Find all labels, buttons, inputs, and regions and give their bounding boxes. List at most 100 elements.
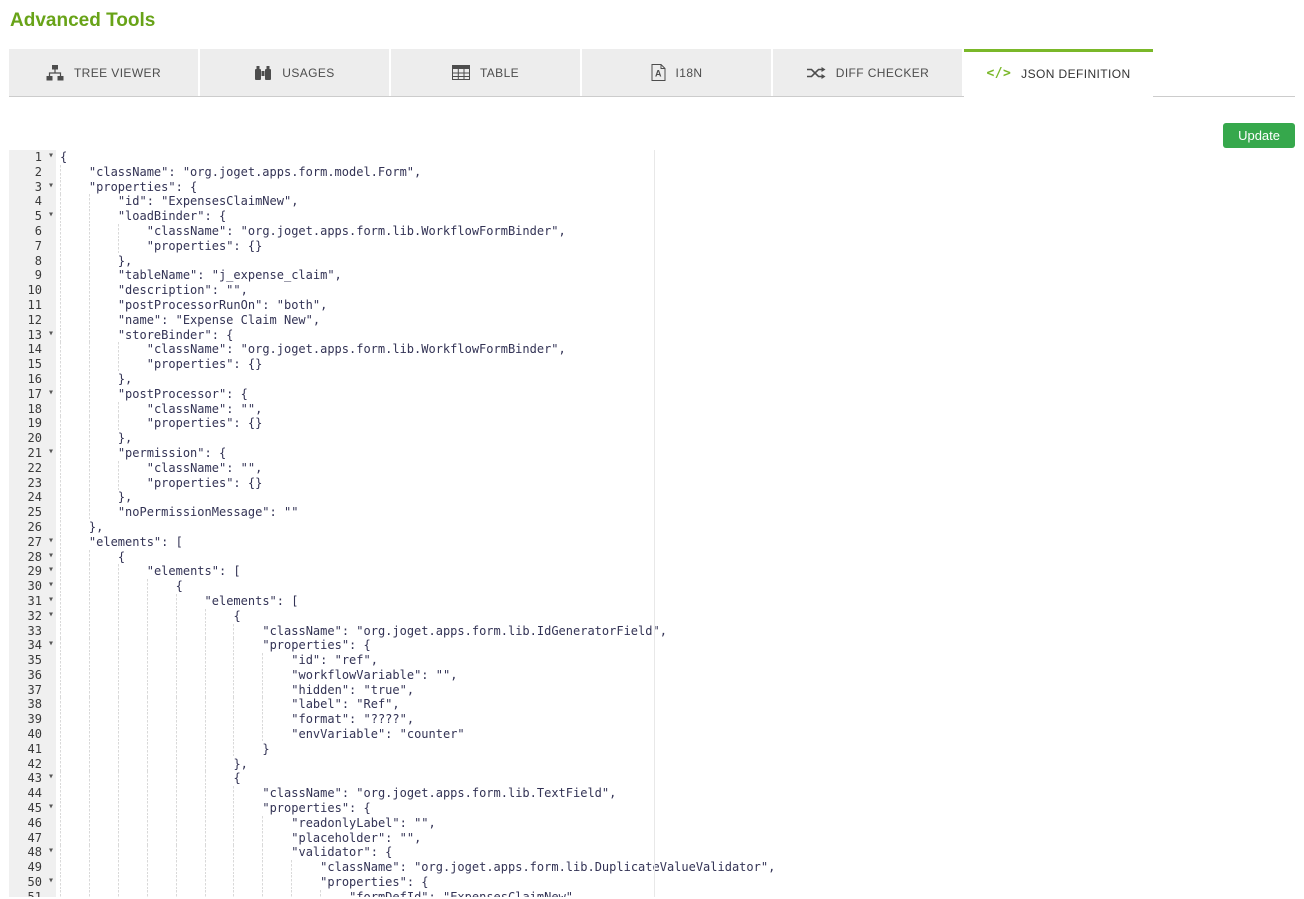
fold-toggle-icon[interactable]: ▾ [48,179,54,194]
gutter-line-number: 29▾ [9,564,56,579]
code-line[interactable]: "placeholder": "", [56,831,1295,846]
tab-label: USAGES [282,66,334,80]
code-line[interactable]: }, [56,757,1295,772]
gutter-line-number: 32▾ [9,609,56,624]
code-line[interactable]: "properties": {} [56,239,1295,254]
gutter-line-number: 51 [9,890,56,897]
fold-toggle-icon[interactable]: ▾ [48,874,54,889]
code-line[interactable]: { [56,609,1295,624]
code-line[interactable]: "noPermissionMessage": "" [56,505,1295,520]
fold-toggle-icon[interactable]: ▾ [48,770,54,785]
gutter-line-number: 30▾ [9,579,56,594]
code-line[interactable]: "postProcessor": { [56,387,1295,402]
gutter-line-number: 31▾ [9,594,56,609]
update-button[interactable]: Update [1223,123,1295,148]
tab-usages[interactable]: USAGES [200,49,389,96]
tab-json-definition[interactable]: </> JSON DEFINITION [964,49,1153,97]
code-line[interactable]: "className": "", [56,402,1295,417]
code-line[interactable]: { [56,150,1295,165]
tab-diff-checker[interactable]: DIFF CHECKER [773,49,962,96]
code-line[interactable]: "className": "org.joget.apps.form.lib.Te… [56,786,1295,801]
fold-toggle-icon[interactable]: ▾ [48,578,54,593]
json-definition-editor[interactable]: 1▾23▾45▾678910111213▾14151617▾18192021▾2… [9,150,1295,897]
code-line[interactable]: }, [56,520,1295,535]
code-line[interactable]: { [56,579,1295,594]
fold-toggle-icon[interactable]: ▾ [48,637,54,652]
fold-toggle-icon[interactable]: ▾ [48,327,54,342]
gutter-line-number: 48▾ [9,845,56,860]
fold-toggle-icon[interactable]: ▾ [48,844,54,859]
gutter-line-number: 49 [9,860,56,875]
fold-toggle-icon[interactable]: ▾ [48,386,54,401]
code-line[interactable]: "properties": {} [56,476,1295,491]
code-line[interactable]: "properties": { [56,638,1295,653]
gutter-line-number: 14 [9,342,56,357]
page-title: Advanced Tools [10,10,1295,32]
code-line[interactable]: }, [56,254,1295,269]
gutter-line-number: 10 [9,283,56,298]
gutter-line-number: 3▾ [9,180,56,195]
fold-toggle-icon[interactable]: ▾ [48,800,54,815]
fold-toggle-icon[interactable]: ▾ [48,549,54,564]
code-line[interactable]: }, [56,431,1295,446]
code-line[interactable]: "postProcessorRunOn": "both", [56,298,1295,313]
code-line[interactable]: "elements": [ [56,564,1295,579]
code-line[interactable]: "elements": [ [56,594,1295,609]
gutter-line-number: 33 [9,624,56,639]
code-line[interactable]: "properties": { [56,875,1295,890]
code-line[interactable]: "label": "Ref", [56,697,1295,712]
gutter-line-number: 16 [9,372,56,387]
code-line[interactable]: "id": "ref", [56,653,1295,668]
fold-toggle-icon[interactable]: ▾ [48,150,54,164]
code-line[interactable]: "formDefId": "ExpensesClaimNew", [56,890,1295,897]
code-line[interactable]: "className": "org.joget.apps.form.lib.Wo… [56,224,1295,239]
code-line[interactable]: "hidden": "true", [56,683,1295,698]
code-line[interactable]: "className": "org.joget.apps.form.model.… [56,165,1295,180]
fold-toggle-icon[interactable]: ▾ [48,593,54,608]
gutter-line-number: 9 [9,268,56,283]
tab-table[interactable]: TABLE [391,49,580,96]
code-line[interactable]: "id": "ExpensesClaimNew", [56,194,1295,209]
code-line[interactable]: { [56,550,1295,565]
editor-toolbar: Update [9,123,1295,148]
code-line[interactable]: "readonlyLabel": "", [56,816,1295,831]
code-line[interactable]: }, [56,490,1295,505]
tab-i18n[interactable]: A I18N [582,49,771,96]
code-line[interactable]: "format": "????", [56,712,1295,727]
code-line[interactable]: "tableName": "j_expense_claim", [56,268,1295,283]
code-line[interactable]: "envVariable": "counter" [56,727,1295,742]
tab-tree-viewer[interactable]: TREE VIEWER [9,49,198,96]
code-line[interactable]: "className": "org.joget.apps.form.lib.Du… [56,860,1295,875]
code-line[interactable]: "properties": { [56,180,1295,195]
code-line[interactable]: "className": "org.joget.apps.form.lib.Id… [56,624,1295,639]
fold-toggle-icon[interactable]: ▾ [48,208,54,223]
code-line[interactable]: "properties": {} [56,357,1295,372]
fold-toggle-icon[interactable]: ▾ [48,608,54,623]
code-line[interactable]: "elements": [ [56,535,1295,550]
code-line[interactable]: "permission": { [56,446,1295,461]
gutter-line-number: 43▾ [9,771,56,786]
gutter-line-number: 19 [9,416,56,431]
code-line[interactable]: "properties": { [56,801,1295,816]
fold-toggle-icon[interactable]: ▾ [48,563,54,578]
fold-toggle-icon[interactable]: ▾ [48,534,54,549]
code-line[interactable]: } [56,742,1295,757]
code-line[interactable]: }, [56,372,1295,387]
code-line[interactable]: { [56,771,1295,786]
code-line[interactable]: "className": "org.joget.apps.form.lib.Wo… [56,342,1295,357]
code-line[interactable]: "className": "", [56,461,1295,476]
editor-code[interactable]: { "className": "org.joget.apps.form.mode… [56,150,1295,897]
gutter-line-number: 24 [9,490,56,505]
tab-bar: TREE VIEWER USAGES [9,49,1295,97]
fold-toggle-icon[interactable]: ▾ [48,445,54,460]
svg-text:A: A [655,69,662,79]
code-line[interactable]: "loadBinder": { [56,209,1295,224]
code-line[interactable]: "name": "Expense Claim New", [56,313,1295,328]
code-line[interactable]: "validator": { [56,845,1295,860]
tree-viewer-icon [46,65,64,81]
code-line[interactable]: "properties": {} [56,416,1295,431]
code-line[interactable]: "workflowVariable": "", [56,668,1295,683]
code-line[interactable]: "storeBinder": { [56,328,1295,343]
code-line[interactable]: "description": "", [56,283,1295,298]
advanced-tools-page: Advanced Tools TREE VIEWER [0,0,1304,897]
